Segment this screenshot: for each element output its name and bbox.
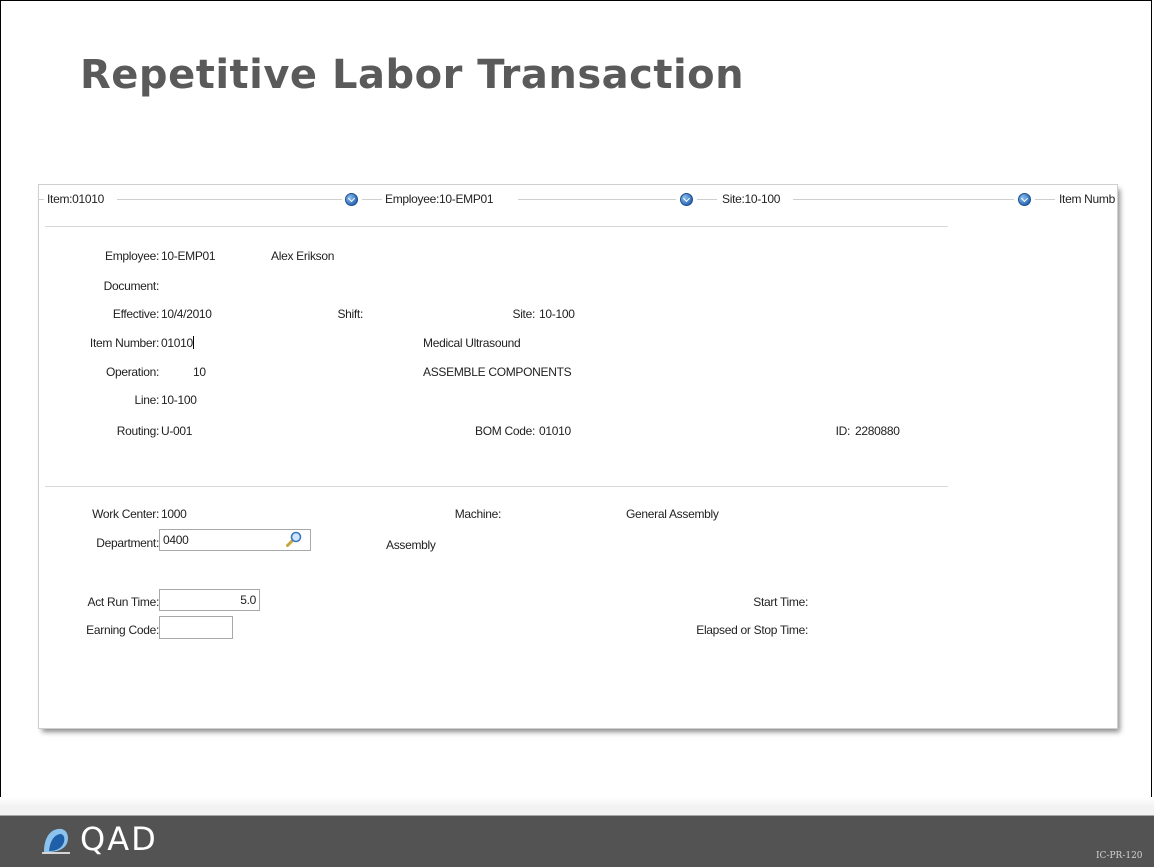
frame-rule: [39, 199, 44, 200]
line-label: Line:: [134, 393, 159, 407]
item-number-value[interactable]: 01010: [161, 336, 194, 350]
magnifier-icon[interactable]: [286, 531, 302, 547]
start-time-label: Start Time:: [753, 595, 808, 609]
frame-rule: [518, 199, 676, 200]
routing-value: U-001: [161, 424, 193, 438]
frame-site-label: Site:10-100: [722, 192, 781, 206]
frame-rule: [793, 199, 1014, 200]
frame-rule: [362, 199, 382, 200]
qad-logo-icon: [42, 828, 70, 854]
frame-rule: [1035, 199, 1055, 200]
site-label: Site:: [512, 307, 535, 321]
id-value: 2280880: [855, 424, 900, 438]
shift-label: Shift:: [337, 307, 363, 321]
frame-item-number-label: Item Numb: [1059, 192, 1115, 206]
effective-value: 10/4/2010: [161, 307, 212, 321]
item-number-label: Item Number:: [89, 336, 159, 350]
item-description: Medical Ultrasound: [423, 336, 521, 350]
routing-label: Routing:: [116, 424, 160, 438]
bom-code-label: BOM Code:: [475, 424, 535, 438]
employee-label: Employee:: [105, 249, 159, 263]
document-label: Document:: [103, 279, 160, 293]
slide-code: IC-PR-120: [1096, 851, 1143, 861]
earning-code-label: Earning Code:: [86, 623, 159, 637]
operation-label: Operation:: [105, 365, 159, 379]
department-label: Department:: [96, 536, 159, 550]
act-run-time-label: Act Run Time:: [87, 595, 160, 609]
machine-label: Machine:: [454, 507, 502, 521]
frame-item-label: Item:01010: [47, 192, 105, 206]
section-divider: [45, 486, 948, 487]
qad-logo-text: QAD: [80, 820, 158, 858]
frame-employee-label: Employee:10-EMP01: [385, 192, 494, 206]
employee-name: Alex Erikson: [271, 249, 335, 263]
chevron-down-circle-icon[interactable]: [680, 193, 693, 206]
footer-bar: [0, 816, 1154, 867]
work-center-description: General Assembly: [626, 507, 719, 521]
frame-rule: [697, 199, 717, 200]
frame-rule: [117, 199, 342, 200]
section-divider: [45, 226, 948, 227]
act-run-time-input[interactable]: 5.0: [159, 589, 260, 611]
site-value: 10-100: [539, 307, 575, 321]
work-center-label: Work Center:: [92, 507, 159, 521]
elapsed-stop-time-label: Elapsed or Stop Time:: [696, 623, 808, 637]
id-label: ID:: [835, 424, 851, 438]
work-center-value: 1000: [161, 507, 187, 521]
line-value: 10-100: [161, 393, 197, 407]
operation-description: ASSEMBLE COMPONENTS: [423, 365, 572, 379]
employee-value: 10-EMP01: [161, 249, 216, 263]
operation-value: 10: [193, 365, 206, 379]
bom-code-value: 01010: [539, 424, 571, 438]
department-description: Assembly: [386, 538, 436, 552]
earning-code-input[interactable]: [159, 616, 233, 639]
effective-label: Effective:: [112, 307, 159, 321]
labor-transaction-form: Item:01010 Employee:10-EMP01 Site:10-100…: [38, 184, 1118, 729]
slide-title: Repetitive Labor Transaction: [80, 52, 745, 98]
chevron-down-circle-icon[interactable]: [1018, 193, 1031, 206]
chevron-down-circle-icon[interactable]: [345, 193, 358, 206]
